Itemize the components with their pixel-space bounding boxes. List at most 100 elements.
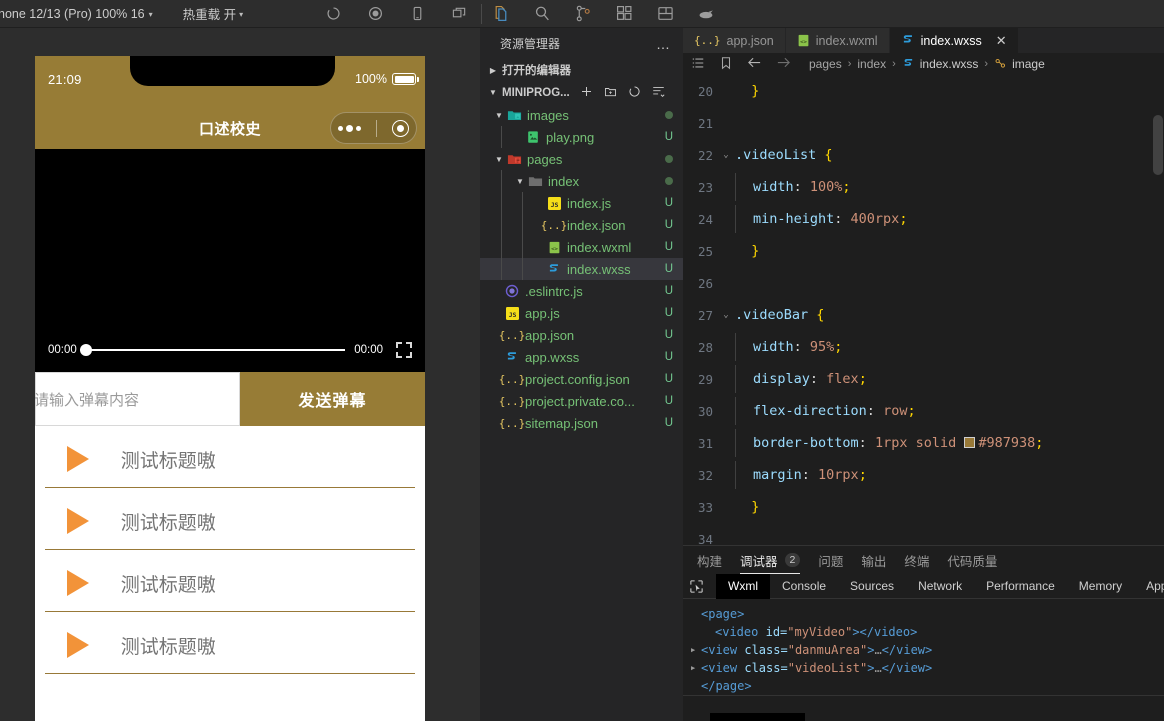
- code-text: .videoList {: [735, 147, 833, 163]
- devtools-tab-console[interactable]: Console: [770, 574, 838, 599]
- devtools-tab-network[interactable]: Network: [906, 574, 974, 599]
- tree-row-file[interactable]: {..} app.json U: [480, 324, 683, 346]
- tree-row-file[interactable]: app.wxss U: [480, 346, 683, 368]
- top-toolbar: hone 12/13 (Pro) 100% 16 ▾ 热重载 开 ▾: [0, 0, 1164, 28]
- panel-tab-badge: 2: [784, 553, 801, 567]
- explorer-more-icon[interactable]: …: [656, 36, 671, 52]
- expand-triangle-icon[interactable]: ▶: [691, 646, 701, 654]
- dom-node[interactable]: ▶ <view class="videoList">…</view>: [691, 659, 1164, 677]
- fold-toggle-icon[interactable]: ⌄: [717, 310, 735, 320]
- tree-row-file[interactable]: {..} project.private.co... U: [480, 390, 683, 412]
- video-list-item[interactable]: 测试标题嗷: [44, 493, 416, 550]
- tree-row-file[interactable]: play.png U: [480, 126, 683, 148]
- layout-icon[interactable]: [654, 3, 676, 25]
- tab-index-wxss[interactable]: index.wxss ✕: [889, 28, 1019, 53]
- phone-icon[interactable]: [406, 3, 428, 25]
- video-progress-track[interactable]: [79, 344, 346, 356]
- close-target-icon[interactable]: [391, 119, 409, 137]
- tree-row-file[interactable]: JS app.js U: [480, 302, 683, 324]
- panel-tab-label: 构建: [697, 554, 723, 569]
- git-status-badge: U: [664, 329, 673, 341]
- expand-triangle-icon[interactable]: ▶: [691, 664, 701, 672]
- panel-tab-output[interactable]: 输出: [861, 546, 886, 574]
- devtools-tab-sources[interactable]: Sources: [838, 574, 906, 599]
- video-list-item[interactable]: 测试标题嗷: [44, 431, 416, 488]
- hot-reload-selector[interactable]: 热重载 开 ▾: [183, 4, 244, 23]
- tree-row-file-selected[interactable]: index.wxss U: [480, 258, 683, 280]
- source-control-icon[interactable]: [572, 3, 594, 25]
- tree-row-file[interactable]: JS index.js U: [480, 192, 683, 214]
- video-progress-knob[interactable]: [79, 344, 92, 356]
- fold-toggle-icon[interactable]: ⌄: [717, 150, 735, 160]
- refresh-icon[interactable]: [628, 85, 641, 101]
- window-icon[interactable]: [448, 3, 470, 25]
- breadcrumb-item-pages[interactable]: pages: [809, 57, 842, 71]
- breadcrumb-separator: ›: [892, 58, 896, 70]
- dom-node[interactable]: ▶ <view class="danmuArea">…</view>: [691, 641, 1164, 659]
- code-line: 30 flex-direction: row;: [683, 395, 1164, 427]
- refresh-icon[interactable]: [322, 3, 344, 25]
- dom-node[interactable]: </page>: [691, 677, 1164, 695]
- extensions-icon[interactable]: [613, 3, 635, 25]
- editor-scrollbar[interactable]: [1153, 115, 1163, 175]
- forward-arrow-icon[interactable]: [776, 55, 791, 73]
- panel-tab-terminal[interactable]: 终端: [904, 546, 929, 574]
- fullscreen-icon[interactable]: [396, 342, 412, 358]
- explorer-icon[interactable]: [490, 3, 512, 25]
- record-icon[interactable]: [364, 3, 386, 25]
- more-menu-icon[interactable]: [338, 124, 362, 132]
- folder-status-dot: [665, 155, 673, 163]
- dom-node[interactable]: <video id="myVideo"></video>: [691, 623, 1164, 641]
- code-editor[interactable]: 20 } 21 22 ⌄ .videoList {23 width: 100%; 24 min…: [683, 75, 1164, 545]
- breadcrumb-item-index[interactable]: index: [857, 57, 886, 71]
- back-arrow-icon[interactable]: [747, 55, 762, 73]
- tree-row-file[interactable]: {..} sitemap.json U: [480, 412, 683, 434]
- tree-row-folder[interactable]: ▼ images: [480, 104, 683, 126]
- video-list-item[interactable]: 测试标题嗷: [44, 617, 416, 674]
- send-danmu-button[interactable]: 发送弹幕: [240, 372, 425, 426]
- svg-text:<>: <>: [551, 246, 558, 252]
- tree-row-folder[interactable]: ▼ pages: [480, 148, 683, 170]
- search-icon[interactable]: [531, 3, 553, 25]
- wxml-dom-tree[interactable]: <page> <video id="myVideo"></video> ▶ <view…: [683, 599, 1164, 695]
- line-number: 21: [697, 115, 713, 131]
- devtools-tab-performance[interactable]: Performance: [974, 574, 1067, 599]
- tree-row-folder[interactable]: ▼ index: [480, 170, 683, 192]
- bookmark-icon[interactable]: [719, 56, 733, 73]
- danmu-input[interactable]: 请输入弹幕内容: [35, 372, 240, 426]
- open-editors-section[interactable]: ▶ 打开的编辑器: [480, 59, 683, 81]
- close-icon[interactable]: ✕: [996, 33, 1007, 49]
- bottom-panel: 构建 调试器 2 问题 输出 终端 代码质量 Wxml Console Sour…: [683, 545, 1164, 721]
- video-list-item[interactable]: 测试标题嗷: [44, 555, 416, 612]
- collapse-all-icon[interactable]: [652, 85, 665, 101]
- tree-item-name: project.private.co...: [525, 393, 635, 409]
- breadcrumb-item-symbol[interactable]: image: [994, 57, 1045, 71]
- video-player[interactable]: 00:00 00:00: [35, 149, 425, 372]
- project-section[interactable]: ▼ MINIPROG...: [480, 81, 683, 104]
- new-file-icon[interactable]: [580, 85, 593, 101]
- dom-node[interactable]: <page>: [691, 605, 1164, 623]
- tree-row-file[interactable]: {..} project.config.json U: [480, 368, 683, 390]
- inspect-element-icon[interactable]: [689, 579, 704, 594]
- outline-icon[interactable]: [691, 56, 705, 73]
- panel-tab-problems[interactable]: 问题: [818, 546, 843, 574]
- docker-icon[interactable]: [695, 3, 717, 25]
- tree-row-file[interactable]: <> index.wxml U: [480, 236, 683, 258]
- panel-tab-debugger[interactable]: 调试器 2: [740, 546, 801, 574]
- tree-item-name: sitemap.json: [525, 415, 598, 431]
- simulator-selector[interactable]: hone 12/13 (Pro) 100% 16 ▾: [0, 7, 153, 21]
- devtools-tab-app[interactable]: App: [1134, 574, 1164, 599]
- panel-tab-code-quality[interactable]: 代码质量: [947, 546, 997, 574]
- tree-row-file[interactable]: {..} index.json U: [480, 214, 683, 236]
- breadcrumb-label: image: [1012, 57, 1045, 71]
- tab-index-wxml[interactable]: <> index.wxml: [785, 28, 890, 53]
- wechat-capsule[interactable]: [330, 112, 417, 144]
- breadcrumb-item-file[interactable]: index.wxss: [902, 57, 978, 71]
- new-folder-icon[interactable]: [604, 85, 617, 101]
- dom-node-text: <view class="videoList">…</view>: [701, 661, 933, 675]
- panel-tab-build[interactable]: 构建: [697, 546, 722, 574]
- devtools-tab-wxml[interactable]: Wxml: [716, 573, 770, 599]
- tab-app-json[interactable]: {..} app.json: [683, 28, 786, 53]
- tree-row-file[interactable]: .eslintrc.js U: [480, 280, 683, 302]
- devtools-tab-memory[interactable]: Memory: [1067, 574, 1134, 599]
